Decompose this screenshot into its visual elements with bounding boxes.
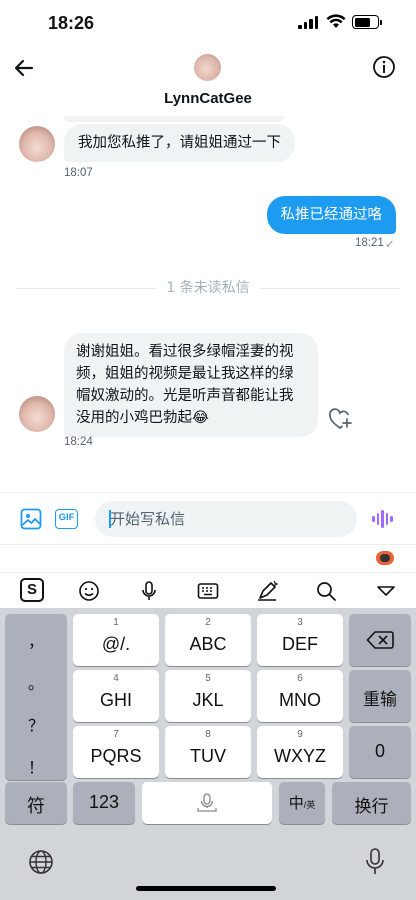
space-mic-icon bbox=[197, 793, 217, 812]
message-text: 私推已经通过咯 bbox=[280, 207, 383, 223]
contact-name[interactable]: LynnCatGee bbox=[0, 90, 416, 107]
keyboard-icon[interactable] bbox=[196, 579, 220, 603]
key-4[interactable]: 4 GHI bbox=[73, 670, 159, 722]
read-receipt-icon: ✓ bbox=[385, 239, 395, 251]
message-bubble-incoming[interactable]: 谢谢姐姐。看过很多绿帽淫妻的视 频，姐姐的视频是最让我这样的绿 帽奴激动的。光是… bbox=[64, 333, 318, 437]
handwriting-pen-icon[interactable] bbox=[255, 579, 279, 603]
emoji-icon[interactable] bbox=[77, 579, 101, 603]
message-text-line: 没用的小鸡巴勃起😂 bbox=[76, 410, 209, 426]
conversation-header: LynnCatGee bbox=[0, 46, 416, 116]
key-6[interactable]: 6 MNO bbox=[257, 670, 343, 722]
microphone-icon[interactable] bbox=[137, 579, 161, 603]
message-composer: GIF 开始写私信 bbox=[0, 492, 416, 544]
globe-icon[interactable] bbox=[28, 849, 54, 875]
sogou-logo-icon[interactable]: S bbox=[20, 578, 44, 602]
space-key[interactable] bbox=[142, 782, 272, 824]
message-timestamp: 18:07 bbox=[64, 167, 93, 179]
reenter-key[interactable]: 重输 bbox=[349, 670, 411, 722]
key-3[interactable]: 3 DEF bbox=[257, 614, 343, 666]
language-switch-key[interactable]: 中/英 bbox=[279, 782, 325, 824]
key-8[interactable]: 8 TUV bbox=[165, 726, 251, 778]
like-heart-icon[interactable] bbox=[328, 408, 352, 430]
search-icon[interactable] bbox=[314, 579, 338, 603]
key-7[interactable]: 7 PQRS bbox=[73, 726, 159, 778]
battery-icon bbox=[352, 15, 379, 29]
zero-key[interactable]: 0 bbox=[349, 726, 411, 778]
contact-avatar[interactable] bbox=[194, 54, 221, 81]
punctuation-comma-key[interactable]: ， bbox=[5, 628, 67, 652]
image-icon[interactable] bbox=[20, 508, 42, 530]
symbol-key[interactable]: 符 bbox=[5, 782, 67, 824]
newline-key[interactable]: 换行 bbox=[332, 782, 411, 824]
cellular-signal-icon bbox=[298, 16, 318, 29]
punctuation-exclaim-key[interactable]: ！ bbox=[5, 754, 67, 778]
previous-message-edge bbox=[64, 116, 284, 122]
backspace-icon bbox=[366, 631, 394, 649]
message-text: 我加您私推了，请姐姐通过一下 bbox=[78, 135, 281, 151]
delete-key[interactable] bbox=[349, 614, 411, 666]
message-bubble-outgoing[interactable]: 私推已经通过咯 bbox=[266, 196, 396, 234]
message-timestamp: 18:21 bbox=[355, 237, 384, 249]
text-cursor bbox=[109, 510, 111, 528]
voice-message-icon[interactable] bbox=[372, 509, 394, 529]
home-indicator bbox=[136, 886, 276, 891]
keyboard-candidate-bar bbox=[0, 544, 416, 572]
punctuation-question-key[interactable]: ？ bbox=[5, 712, 67, 736]
sender-avatar[interactable] bbox=[19, 126, 55, 162]
key-2[interactable]: 2 ABC bbox=[165, 614, 251, 666]
punctuation-column[interactable]: ， 。 ？ ！ bbox=[5, 614, 67, 780]
sender-avatar[interactable] bbox=[19, 396, 55, 432]
unread-divider: 1 条未读私信 bbox=[16, 278, 400, 298]
dictation-mic-icon[interactable] bbox=[364, 847, 386, 877]
nine-key-keyboard: ， 。 ？ ！ 1 @/. 2 ABC 3 DEF 4 GHI 5 JKL 6 … bbox=[0, 608, 416, 900]
keyboard-skin-icon[interactable] bbox=[376, 551, 394, 565]
info-icon[interactable] bbox=[372, 55, 396, 79]
message-input[interactable]: 开始写私信 bbox=[95, 501, 357, 537]
key-1[interactable]: 1 @/. bbox=[73, 614, 159, 666]
message-text-line: 谢谢姐姐。看过很多绿帽淫妻的视 bbox=[76, 344, 294, 360]
message-text-line: 帽奴激动的。光是听声音都能让我 bbox=[76, 388, 294, 404]
status-bar: 18:26 bbox=[0, 0, 416, 46]
message-thread: 我加您私推了，请姐姐通过一下 18:07 私推已经通过咯 18:21 ✓ 1 条… bbox=[0, 116, 416, 492]
message-text-line: 频，姐姐的视频是最让我这样的绿 bbox=[76, 366, 294, 382]
number-mode-key[interactable]: 123 bbox=[73, 782, 135, 824]
back-arrow-icon[interactable] bbox=[12, 56, 36, 80]
unread-divider-text: 1 条未读私信 bbox=[166, 280, 250, 296]
message-timestamp: 18:24 bbox=[64, 436, 93, 448]
gif-button[interactable]: GIF bbox=[55, 509, 78, 529]
punctuation-period-key[interactable]: 。 bbox=[5, 670, 67, 694]
key-9[interactable]: 9 WXYZ bbox=[257, 726, 343, 778]
status-time: 18:26 bbox=[48, 13, 95, 33]
keyboard-toolbar: S bbox=[0, 572, 416, 608]
wifi-icon bbox=[326, 14, 346, 28]
message-bubble-incoming[interactable]: 我加您私推了，请姐姐通过一下 bbox=[64, 124, 295, 162]
key-5[interactable]: 5 JKL bbox=[165, 670, 251, 722]
collapse-keyboard-icon[interactable] bbox=[374, 579, 398, 603]
